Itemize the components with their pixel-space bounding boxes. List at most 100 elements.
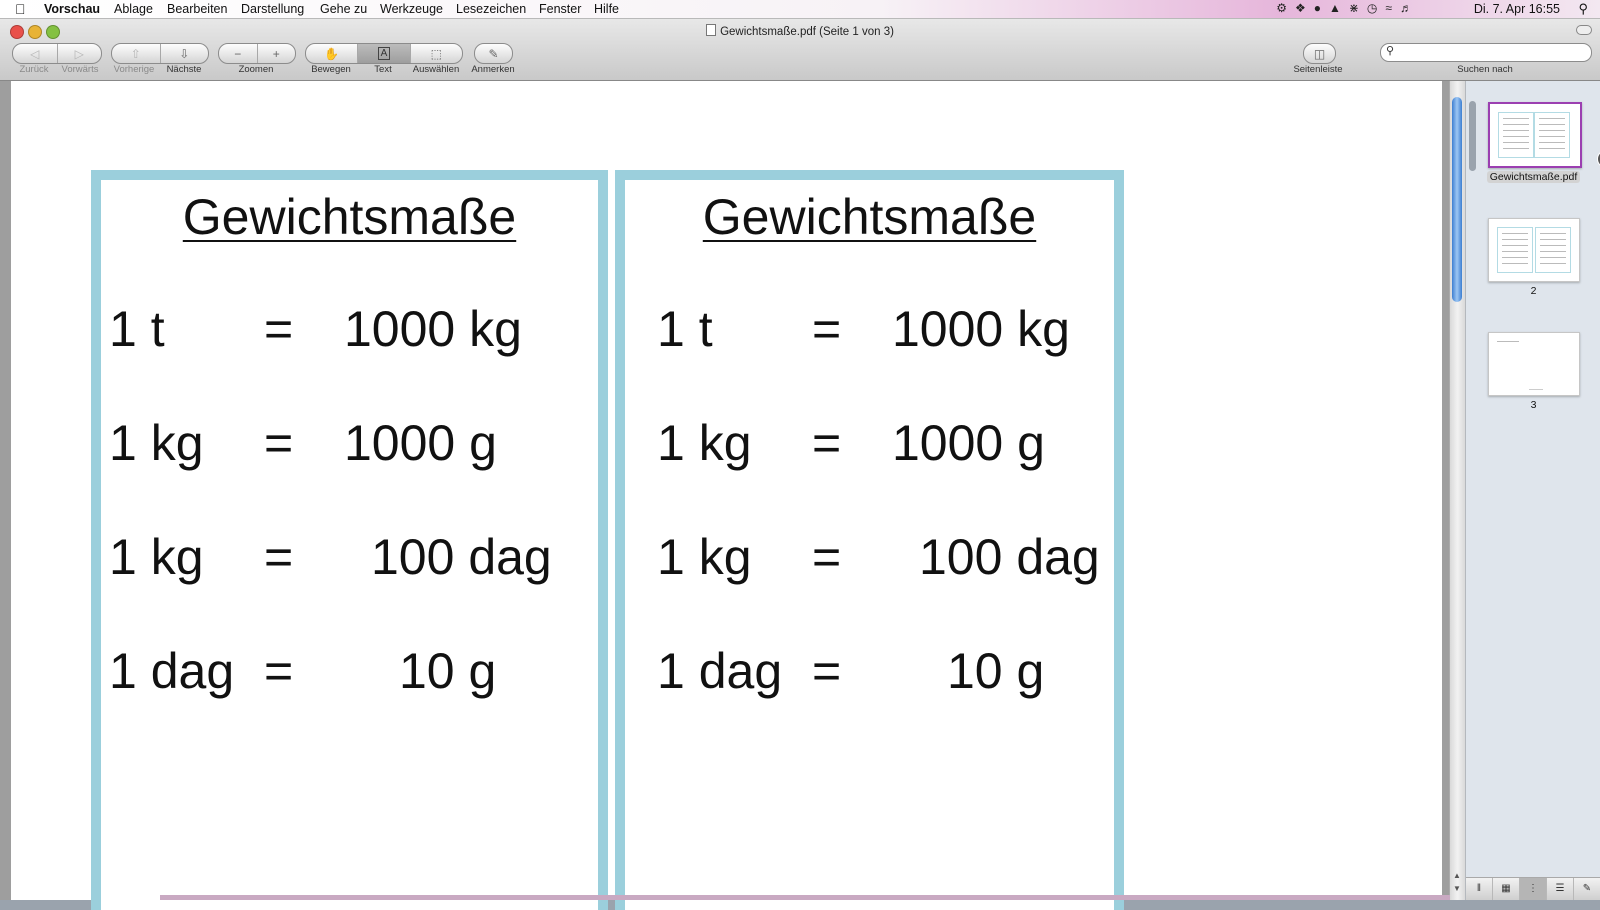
weights-card: Gewichtsmaße 1 t = 1000 kg 1 kg = 1000 g…: [615, 170, 1124, 910]
conversion-row: 1 kg = 1000 g: [109, 414, 589, 474]
conversion-row: 1 dag = 10 g: [657, 642, 1137, 702]
thumb-line: [1497, 341, 1519, 342]
toolbar-toggle-button[interactable]: [1576, 25, 1592, 35]
menu-gehe-zu[interactable]: Gehe zu: [320, 2, 367, 16]
grid-view-icon[interactable]: ▦: [1493, 878, 1520, 900]
thumbnail-view-icon[interactable]: ⋮: [1520, 878, 1547, 900]
text-tool-button[interactable]: A: [358, 44, 411, 63]
time-machine-icon[interactable]: ◷: [1367, 1, 1385, 15]
menu-fenster[interactable]: Fenster: [539, 2, 581, 16]
arrow-up-icon: ⇧: [130, 46, 141, 61]
thumbnail-label: Gewichtsmaße.pdf: [1466, 171, 1600, 183]
back-button[interactable]: ◁: [13, 44, 58, 63]
sidebar-toggle-control: ◫: [1303, 43, 1336, 64]
page-thumbnail-2[interactable]: [1488, 218, 1580, 282]
minus-icon: −: [234, 46, 242, 61]
text-cursor-icon: A: [377, 47, 391, 60]
pdf-page[interactable]: Gewichtsmaße 1 t = 1000 kg 1 kg = 1000 g…: [11, 81, 1442, 910]
menubar-clock[interactable]: Di. 7. Apr 16:55: [1474, 2, 1560, 16]
window-title-text: Gewichtsmaße.pdf (Seite 1 von 3): [720, 26, 894, 38]
resize-handle-icon[interactable]: ‖: [1466, 878, 1493, 900]
row-equals: =: [264, 529, 294, 585]
marquee-icon: ⬚: [430, 46, 442, 61]
zoom-control: − +: [218, 43, 296, 64]
window-title: Gewichtsmaße.pdf (Seite 1 von 3): [0, 24, 1600, 38]
spotlight-search-icon[interactable]: ⚲: [1578, 1, 1588, 17]
vertical-scrollbar[interactable]: ▲ ▼: [1449, 81, 1465, 900]
volume-icon[interactable]: ♬: [1400, 1, 1420, 15]
search-input[interactable]: [1401, 45, 1585, 61]
page-thumbnail-3[interactable]: [1488, 332, 1580, 396]
apple-icon[interactable]: : [15, 1, 26, 17]
page-nav-control: ⇧ ⇩: [111, 43, 209, 64]
pencil-icon: ✎: [488, 46, 499, 61]
thumb-card: [1498, 112, 1534, 158]
menu-bearbeiten[interactable]: Bearbeiten: [167, 2, 227, 16]
thumb-line: [1529, 389, 1543, 390]
row-right: 1000 g: [892, 415, 1045, 471]
row-left: 1 kg: [657, 529, 752, 585]
search-label: Suchen nach: [1457, 64, 1513, 75]
row-left: 1 kg: [109, 415, 204, 471]
move-tool-button[interactable]: ✋: [306, 44, 359, 63]
row-left: 1 kg: [657, 415, 752, 471]
card-title: Gewichtsmaße: [702, 189, 1037, 245]
sidebar-icon: ◫: [1313, 46, 1326, 61]
window-toolbar: Gewichtsmaße.pdf (Seite 1 von 3) ◁ ▷ Zur…: [0, 19, 1600, 81]
thumb-card: [1497, 227, 1533, 273]
zoom-in-button[interactable]: +: [258, 44, 296, 63]
row-left: 1 t: [657, 301, 713, 357]
menu-lesezeichen[interactable]: Lesezeichen: [456, 2, 526, 16]
dropbox-icon[interactable]: ❖: [1295, 1, 1314, 15]
page-thumbnail-1[interactable]: ↻: [1488, 102, 1600, 168]
edit-icon[interactable]: ✎: [1574, 878, 1600, 900]
row-equals: =: [264, 301, 294, 357]
gear-icon[interactable]: ⚙: [1276, 1, 1295, 15]
menu-darstellung[interactable]: Darstellung: [241, 2, 304, 16]
row-left: 1 t: [109, 301, 165, 357]
menu-werkzeuge[interactable]: Werkzeuge: [380, 2, 443, 16]
menu-bar:  Vorschau Ablage Bearbeiten Darstellung…: [0, 0, 1600, 19]
sidebar-toggle-button[interactable]: ◫: [1304, 44, 1335, 63]
background-strip: [160, 895, 1450, 900]
thumbnail-label: 3: [1530, 399, 1537, 411]
back-forward-control: ◁ ▷: [12, 43, 102, 64]
zoom-label: Zoomen: [238, 64, 274, 75]
card-title: Gewichtsmaße: [182, 189, 517, 245]
scroll-up-icon[interactable]: ▲: [1453, 871, 1461, 880]
search-field[interactable]: ⚲: [1380, 43, 1592, 62]
menu-hilfe[interactable]: Hilfe: [594, 2, 619, 16]
wifi-icon[interactable]: ≈: [1385, 1, 1400, 15]
thumbnail-sidebar: ↻ Gewichtsmaße.pdf 2 3 ‖ ▦ ⋮ ☰ ✎: [1465, 81, 1600, 900]
scroll-down-icon[interactable]: ▼: [1453, 884, 1461, 893]
sidebar-scroll-indicator[interactable]: [1469, 101, 1476, 171]
menu-app-name[interactable]: Vorschau: [44, 2, 100, 16]
annotate-control: ✎: [474, 43, 513, 64]
sync-icon[interactable]: ●: [1314, 1, 1329, 15]
conversion-row: 1 dag = 10 g: [109, 642, 589, 702]
conversion-row: 1 kg = 100 dag: [109, 528, 589, 588]
annotate-button[interactable]: ✎: [475, 44, 512, 63]
back-label: Zurück: [19, 64, 49, 75]
row-right: 1000 kg: [892, 301, 1070, 357]
list-view-icon[interactable]: ☰: [1547, 878, 1574, 900]
previous-page-button[interactable]: ⇧: [112, 44, 161, 63]
conversion-row: 1 kg = 100 dag: [657, 528, 1137, 588]
select-tool-button[interactable]: ⬚: [411, 44, 462, 63]
next-label: Nächste: [166, 64, 202, 75]
status-icons[interactable]: ⚙❖●▲⋇◷≈♬: [1276, 1, 1420, 15]
arrow-right-icon: ▷: [74, 46, 84, 61]
forward-button[interactable]: ▷: [58, 44, 102, 63]
next-page-button[interactable]: ⇩: [161, 44, 209, 63]
scrollbar-thumb[interactable]: [1452, 97, 1462, 302]
menu-ablage[interactable]: Ablage: [114, 2, 153, 16]
move-label: Bewegen: [311, 64, 351, 75]
document-view[interactable]: Gewichtsmaße 1 t = 1000 kg 1 kg = 1000 g…: [0, 81, 1449, 910]
thumbnail-label: 2: [1530, 285, 1537, 297]
row-equals: =: [812, 643, 842, 699]
drive-icon[interactable]: ▲: [1329, 1, 1349, 15]
weights-card: Gewichtsmaße 1 t = 1000 kg 1 kg = 1000 g…: [91, 170, 608, 910]
zoom-out-button[interactable]: −: [219, 44, 258, 63]
row-right: 10 g: [947, 643, 1045, 699]
bluetooth-icon[interactable]: ⋇: [1349, 1, 1367, 15]
